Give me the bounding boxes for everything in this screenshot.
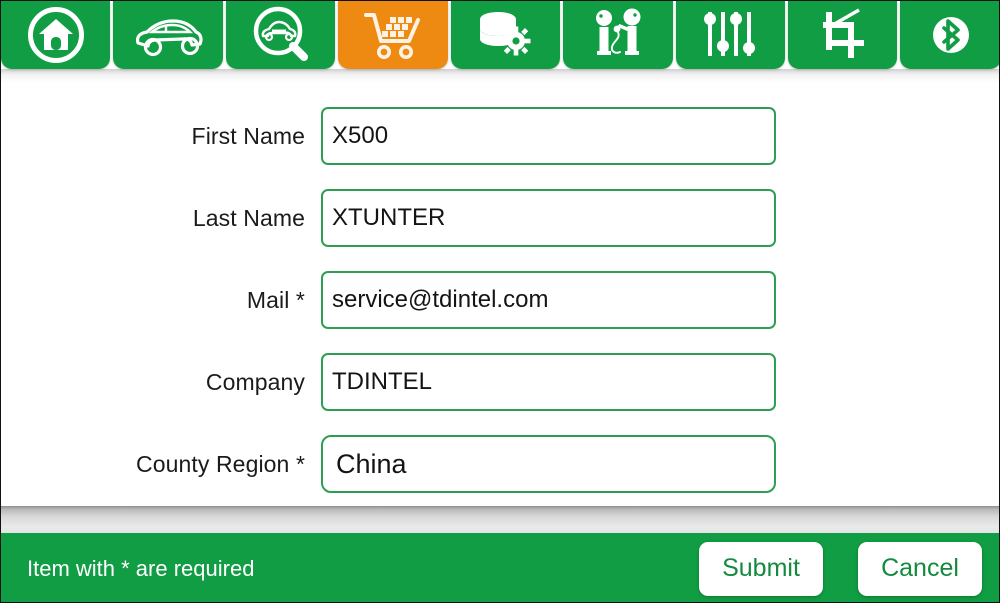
- car-scan-icon: [246, 5, 316, 65]
- form-row-company: Company TDINTEL: [1, 353, 999, 411]
- tab-diagnose[interactable]: [225, 1, 336, 69]
- crop-icon: [815, 8, 871, 62]
- footer-actions: Submit Cancel: [699, 533, 982, 602]
- label-mail: Mail *: [246, 286, 305, 313]
- car-icon: [130, 11, 206, 59]
- tab-shop[interactable]: [338, 1, 448, 69]
- input-county-region[interactable]: China: [321, 435, 776, 493]
- label-company: Company: [205, 368, 305, 395]
- form-row-last-name: Last Name XTUNTER: [1, 189, 999, 247]
- tab-settings[interactable]: [675, 1, 785, 69]
- required-fields-note: Item with * are required: [27, 555, 255, 581]
- database-gear-icon: [472, 8, 538, 62]
- section-divider: [1, 506, 999, 533]
- bluetooth-icon: [927, 11, 975, 59]
- main-toolbar: [1, 1, 999, 71]
- remote-support-icon: [587, 7, 649, 63]
- sliders-icon: [702, 8, 758, 62]
- label-county-region: County Region *: [136, 450, 305, 477]
- input-company[interactable]: TDINTEL: [321, 353, 776, 411]
- form-row-mail: Mail * service@tdintel.com: [1, 271, 999, 329]
- tab-screenshot[interactable]: [787, 1, 898, 69]
- tab-home[interactable]: [1, 1, 111, 69]
- submit-button[interactable]: Submit: [699, 541, 823, 596]
- label-first-name: First Name: [191, 122, 305, 149]
- tab-data-manage[interactable]: [450, 1, 561, 69]
- tab-bluetooth[interactable]: [900, 1, 999, 69]
- cancel-button[interactable]: Cancel: [858, 541, 982, 596]
- app-window: First Name X500 Last Name XTUNTER Mail *…: [0, 0, 1000, 603]
- shopping-cart-icon: [362, 9, 424, 61]
- toolbar-shadow: [1, 69, 999, 83]
- input-first-name[interactable]: X500: [321, 107, 776, 165]
- input-last-name[interactable]: XTUNTER: [321, 189, 776, 247]
- registration-form: First Name X500 Last Name XTUNTER Mail *…: [1, 83, 999, 506]
- footer-bar: Item with * are required Submit Cancel: [1, 533, 999, 602]
- form-row-county-region: County Region * China: [1, 435, 999, 493]
- tab-remote-assist[interactable]: [563, 1, 673, 69]
- form-row-first-name: First Name X500: [1, 107, 999, 165]
- tab-vehicle[interactable]: [113, 1, 223, 69]
- home-icon: [25, 6, 87, 64]
- label-last-name: Last Name: [192, 204, 305, 231]
- input-mail[interactable]: service@tdintel.com: [321, 271, 776, 329]
